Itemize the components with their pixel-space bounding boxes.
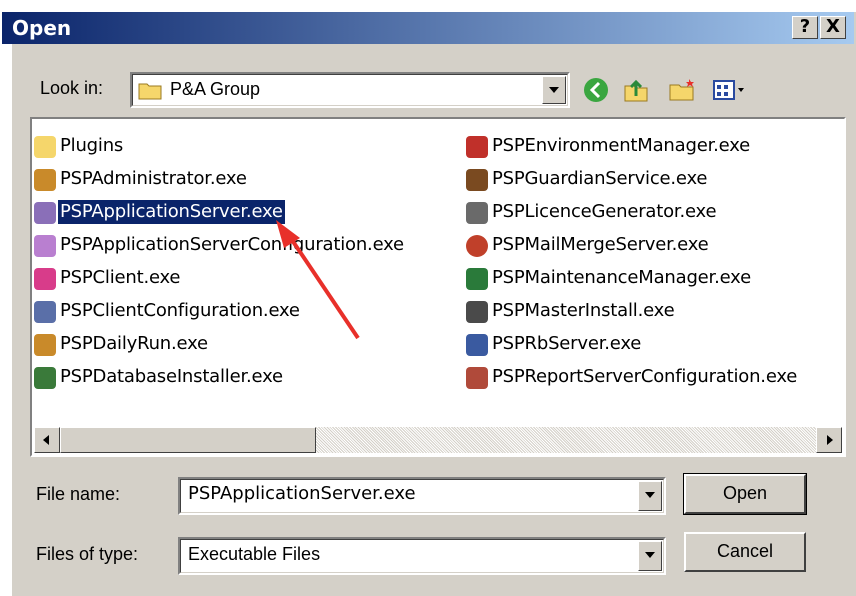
look-in-dropdown-button[interactable] [542, 76, 566, 104]
app-icon [34, 334, 56, 356]
open-button[interactable]: Open [683, 473, 807, 515]
file-type-label: Files of type: [36, 544, 139, 564]
app-icon [34, 268, 56, 290]
app-icon [34, 235, 56, 257]
file-name-combo[interactable]: PSPApplicationServer.exe [178, 477, 666, 515]
scroll-thumb[interactable] [60, 427, 316, 453]
new-folder-icon[interactable] [668, 76, 696, 104]
app-icon [466, 301, 488, 323]
app-icon [34, 367, 56, 389]
app-icon [34, 202, 56, 224]
up-folder-icon[interactable] [622, 76, 650, 104]
folder-icon [138, 80, 162, 104]
file-list[interactable]: Plugins PSPAdministrator.exe PSPApplicat… [30, 117, 846, 457]
file-type-value: Executable Files [188, 544, 321, 564]
app-icon [466, 367, 488, 389]
back-icon[interactable] [582, 76, 610, 104]
app-icon [466, 169, 488, 191]
app-icon [466, 268, 488, 290]
file-name-dropdown-button[interactable] [638, 481, 662, 511]
view-menu-icon[interactable] [712, 76, 748, 104]
app-icon [466, 334, 488, 356]
look-in-combo[interactable]: P&A Group [130, 72, 570, 108]
folder-icon [34, 136, 56, 158]
help-button[interactable]: ? [792, 16, 818, 39]
file-name-label: File name: [36, 484, 121, 504]
app-icon [466, 202, 488, 224]
scroll-right-button[interactable] [816, 427, 842, 453]
look-in-value: P&A Group [170, 79, 261, 99]
cancel-button[interactable]: Cancel [684, 532, 806, 572]
file-type-combo[interactable]: Executable Files [178, 537, 666, 575]
app-icon [34, 301, 56, 323]
horizontal-scrollbar[interactable] [34, 427, 842, 453]
file-name-input[interactable]: PSPApplicationServer.exe [188, 482, 416, 506]
window-title: Open [12, 16, 72, 40]
app-icon [34, 169, 56, 191]
close-button[interactable]: X [820, 16, 846, 39]
scroll-left-button[interactable] [34, 427, 60, 453]
file-type-dropdown-button[interactable] [638, 541, 662, 571]
look-in-label: Look in: [40, 78, 104, 98]
title-bar[interactable]: Open ? X [2, 12, 854, 44]
app-icon [466, 235, 488, 257]
app-icon [466, 136, 488, 158]
